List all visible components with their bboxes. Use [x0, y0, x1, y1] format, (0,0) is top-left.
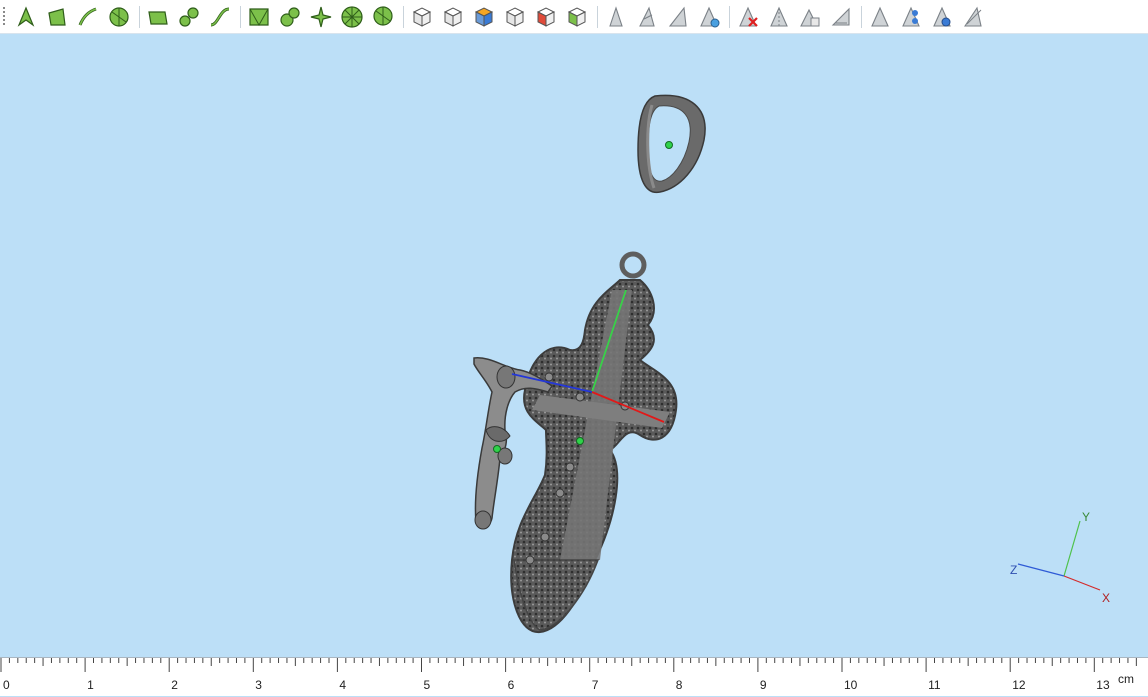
lasso-button[interactable]	[371, 5, 395, 29]
shape-paint-button[interactable]	[697, 5, 721, 29]
pattern-icon	[310, 6, 332, 28]
visibility-stack-icon	[902, 6, 920, 27]
brush-button[interactable]	[177, 5, 201, 29]
shape-paint-icon	[700, 6, 720, 28]
radial-icon	[341, 6, 363, 28]
cube-top-icon	[443, 7, 463, 27]
toolbar	[0, 0, 1148, 34]
select-face-button[interactable]	[45, 5, 69, 29]
toolbar-separator	[240, 6, 241, 28]
select-edge-button[interactable]	[76, 5, 100, 29]
select-arrow-button[interactable]	[14, 5, 38, 29]
toolbar-grip[interactable]	[3, 7, 5, 27]
horizontal-ruler: cm 0 1 2 3 4 5 6 7 8 9 10 11 12 13	[0, 657, 1148, 696]
copy-shape-icon	[800, 8, 820, 27]
copy-shape-button[interactable]	[798, 5, 822, 29]
visibility-icon	[871, 6, 889, 27]
ruler-label: 3	[255, 678, 262, 692]
ruler-label: 6	[507, 678, 515, 692]
select-arrow-icon	[17, 6, 35, 27]
cube-wire-button[interactable]	[503, 5, 527, 29]
hide-icon	[963, 6, 982, 27]
shape-fold-icon	[668, 6, 687, 27]
cube-color-button[interactable]	[472, 5, 496, 29]
delete-shape-button[interactable]	[736, 5, 760, 29]
cube-color-icon	[474, 7, 494, 27]
toolbar-separator	[861, 6, 862, 28]
mesh-icon	[249, 8, 269, 27]
ruler-label: 7	[591, 678, 599, 692]
toolbar-separator	[729, 6, 730, 28]
ruler-label: 12	[1012, 678, 1026, 692]
plane-icon	[148, 11, 168, 25]
curve-button[interactable]	[208, 5, 232, 29]
ruler-label: 8	[675, 678, 683, 692]
visibility-stack-button[interactable]	[899, 5, 923, 29]
cube-top-button[interactable]	[441, 5, 465, 29]
select-vertex-button[interactable]	[107, 5, 131, 29]
toolbar-separator	[597, 6, 598, 28]
cube-view-icon	[412, 7, 432, 27]
pivot-point[interactable]	[576, 437, 584, 445]
axis-label-x: X	[1102, 591, 1110, 605]
radial-button[interactable]	[340, 5, 364, 29]
shape-button[interactable]	[604, 5, 628, 29]
cube-section-button[interactable]	[534, 5, 558, 29]
3d-viewport[interactable]: Y X Z	[0, 35, 1148, 657]
plane-button[interactable]	[146, 5, 170, 29]
select-vertex-icon	[109, 7, 129, 27]
axis-label-z: Z	[1010, 563, 1017, 577]
ruler-label: 9	[759, 678, 767, 692]
cube-wire-icon	[505, 7, 525, 27]
visibility-eye-button[interactable]	[930, 5, 954, 29]
mesh-button[interactable]	[247, 5, 271, 29]
ruler-label: 1	[87, 678, 94, 692]
ruler-label: 13	[1096, 678, 1110, 692]
cross-pendant[interactable]	[510, 251, 678, 634]
ruler-label: 4	[339, 678, 347, 692]
ruler-label: 5	[423, 678, 431, 692]
orientation-triad: Y X Z	[1010, 510, 1110, 605]
sculpt-button[interactable]	[278, 5, 302, 29]
axis-label-y: Y	[1082, 510, 1090, 524]
shape-cut-icon	[639, 6, 655, 27]
visibility-eye-icon	[933, 6, 951, 27]
ruler-label: 0	[3, 678, 10, 692]
select-face-icon	[48, 8, 66, 26]
pivot-point[interactable]	[493, 445, 501, 453]
brush-icon	[179, 7, 199, 27]
ruler-label: 11	[928, 678, 941, 692]
sculpt-icon	[280, 7, 300, 27]
curve-icon	[210, 7, 230, 27]
ruler-unit: cm	[1118, 672, 1134, 686]
shape-icon	[609, 6, 623, 27]
shape-fold-button[interactable]	[666, 5, 690, 29]
slice-icon	[770, 6, 788, 27]
select-edge-icon	[78, 7, 97, 26]
scene[interactable]: Y X Z	[0, 35, 1148, 657]
toolbar-separator	[403, 6, 404, 28]
plane-shape-button[interactable]	[829, 5, 853, 29]
toolbar-separator	[139, 6, 140, 28]
pattern-button[interactable]	[309, 5, 333, 29]
ruler-label: 10	[844, 678, 858, 692]
hide-button[interactable]	[961, 5, 985, 29]
shape-cut-button[interactable]	[635, 5, 659, 29]
cube-section-icon	[536, 7, 556, 27]
lasso-icon	[373, 6, 393, 26]
cube-view-button[interactable]	[410, 5, 434, 29]
cube-grid-button[interactable]	[565, 5, 589, 29]
cube-grid-icon	[567, 7, 587, 27]
pivot-point[interactable]	[665, 141, 673, 149]
ruler-label: 2	[171, 678, 178, 692]
slice-button[interactable]	[767, 5, 791, 29]
plane-shape-icon	[831, 7, 850, 26]
delete-shape-icon	[739, 6, 758, 27]
visibility-button[interactable]	[868, 5, 892, 29]
